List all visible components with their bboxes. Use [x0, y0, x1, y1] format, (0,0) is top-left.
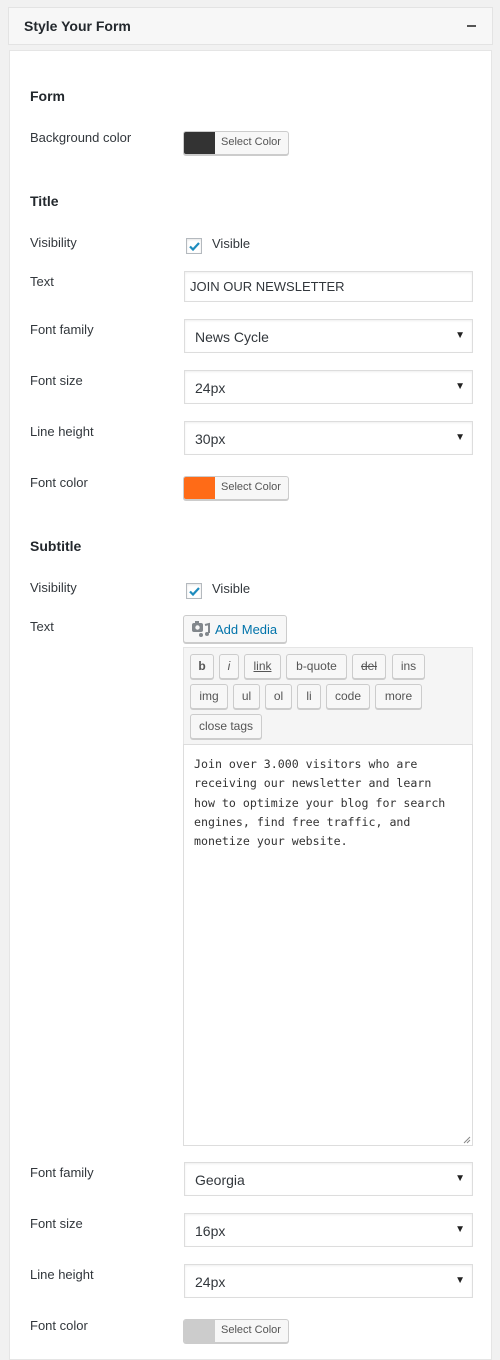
- color-swatch: [184, 132, 215, 154]
- title-font-color-label: Font color: [30, 475, 88, 490]
- title-text-label: Text: [30, 274, 54, 289]
- subtitle-line-height-select[interactable]: 24px ▼: [184, 1264, 473, 1298]
- dropdown-arrow-icon: ▼: [455, 1224, 465, 1235]
- dropdown-arrow-icon: ▼: [455, 432, 465, 443]
- subtitle-font-family-select[interactable]: Georgia ▼: [184, 1162, 473, 1196]
- subtitle-text-editor[interactable]: Join over 3.000 visitors who are receivi…: [183, 744, 473, 1146]
- quicktag-close-tags-button[interactable]: close tags: [190, 714, 262, 739]
- quicktag-li-button[interactable]: li: [297, 684, 321, 709]
- subtitle-font-family-label: Font family: [30, 1165, 94, 1180]
- quicktag-bquote-button[interactable]: b-quote: [286, 654, 347, 679]
- select-value: 30px: [195, 431, 226, 447]
- section-heading-title: Title: [30, 193, 59, 209]
- checkmark-icon: [189, 242, 200, 252]
- title-text-input[interactable]: [184, 271, 473, 302]
- title-visible-checkbox[interactable]: [186, 238, 202, 254]
- add-media-button[interactable]: Add Media: [183, 615, 287, 643]
- quicktag-ol-button[interactable]: ol: [265, 684, 292, 709]
- title-font-family-label: Font family: [30, 322, 94, 337]
- checkmark-icon: [189, 587, 200, 597]
- collapse-minus-icon[interactable]: [465, 16, 479, 34]
- quicktags-toolbar: b i link b-quote del ins img ul ol li co…: [183, 647, 473, 745]
- section-heading-form: Form: [30, 88, 65, 104]
- background-color-picker-button[interactable]: Select Color: [183, 131, 289, 155]
- dropdown-arrow-icon: ▼: [455, 1173, 465, 1184]
- title-line-height-label: Line height: [30, 424, 94, 439]
- quicktag-del-button[interactable]: del: [352, 654, 386, 679]
- quicktag-img-button[interactable]: img: [190, 684, 228, 709]
- select-value: 24px: [195, 380, 226, 396]
- select-value: Georgia: [195, 1172, 245, 1188]
- subtitle-font-size-select[interactable]: 16px ▼: [184, 1213, 473, 1247]
- quicktag-ul-button[interactable]: ul: [233, 684, 260, 709]
- title-visibility-label: Visibility: [30, 235, 77, 250]
- select-value: News Cycle: [195, 329, 269, 345]
- subtitle-visible-checkbox[interactable]: [186, 583, 202, 599]
- subtitle-font-size-label: Font size: [30, 1216, 83, 1231]
- title-font-size-label: Font size: [30, 373, 83, 388]
- title-line-height-select[interactable]: 30px ▼: [184, 421, 473, 455]
- select-color-label: Select Color: [221, 1324, 281, 1336]
- title-visible-label: Visible: [212, 236, 251, 251]
- subtitle-visible-label: Visible: [212, 581, 251, 596]
- panel-header: Style Your Form: [8, 7, 493, 45]
- subtitle-font-color-picker-button[interactable]: Select Color: [183, 1319, 289, 1343]
- quicktag-more-button[interactable]: more: [375, 684, 422, 709]
- dropdown-arrow-icon: ▼: [455, 1275, 465, 1286]
- dropdown-arrow-icon: ▼: [455, 381, 465, 392]
- dropdown-arrow-icon: ▼: [455, 330, 465, 341]
- subtitle-visibility-label: Visibility: [30, 580, 77, 595]
- subtitle-line-height-label: Line height: [30, 1267, 94, 1282]
- title-font-family-select[interactable]: News Cycle ▼: [184, 319, 473, 353]
- quicktag-ins-button[interactable]: ins: [392, 654, 425, 679]
- subtitle-font-color-label: Font color: [30, 1318, 88, 1333]
- select-value: 24px: [195, 1274, 226, 1290]
- background-color-label: Background color: [30, 130, 132, 145]
- media-icon: [192, 621, 210, 637]
- panel-title: Style Your Form: [24, 18, 131, 34]
- resize-handle-icon[interactable]: [463, 1136, 471, 1144]
- quicktag-code-button[interactable]: code: [326, 684, 370, 709]
- section-heading-subtitle: Subtitle: [30, 538, 82, 554]
- select-color-label: Select Color: [221, 136, 281, 148]
- title-font-size-select[interactable]: 24px ▼: [184, 370, 473, 404]
- select-value: 16px: [195, 1223, 226, 1239]
- quicktag-bold-button[interactable]: b: [190, 654, 214, 679]
- select-color-label: Select Color: [221, 481, 281, 493]
- quicktag-link-button[interactable]: link: [244, 654, 281, 679]
- color-swatch: [184, 1320, 215, 1342]
- add-media-label: Add Media: [215, 622, 278, 637]
- title-font-color-picker-button[interactable]: Select Color: [183, 476, 289, 500]
- color-swatch: [184, 477, 215, 499]
- quicktag-italic-button[interactable]: i: [219, 654, 239, 679]
- subtitle-text-label: Text: [30, 619, 54, 634]
